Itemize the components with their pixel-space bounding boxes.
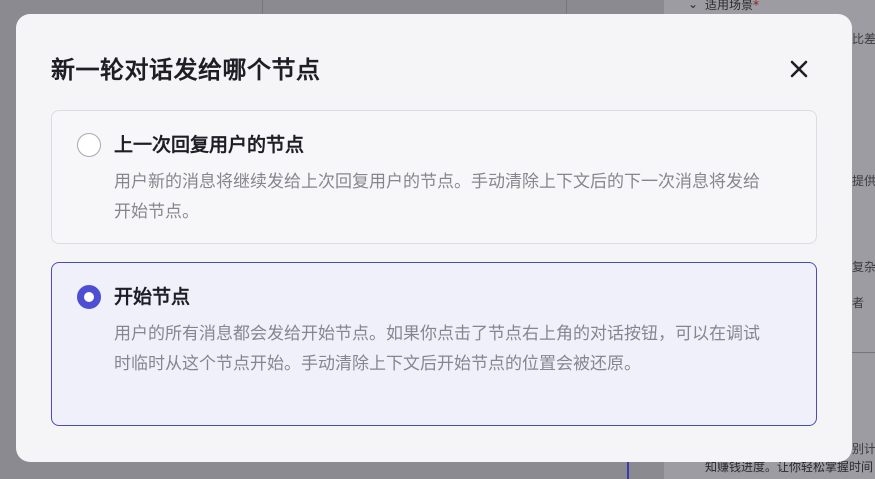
radio-button[interactable] xyxy=(77,133,101,157)
option-title: 上一次回复用户的节点 xyxy=(114,134,305,156)
background-divider xyxy=(852,352,875,353)
background-snippet: 别计 xyxy=(852,442,875,456)
option-start-node[interactable]: 开始节点 用户的所有消息都会发给开始节点。如果你点击了节点右上角的对话按钮，可以… xyxy=(51,262,817,426)
option-last-reply-node[interactable]: 上一次回复用户的节点 用户新的消息将继续发给上次回复用户的节点。手动清除上下文后… xyxy=(51,110,817,244)
background-divider xyxy=(262,0,263,14)
background-snippet: 复杂 xyxy=(852,260,875,274)
radio-button-checked[interactable] xyxy=(77,285,101,309)
chevron-down-icon: ⌄ xyxy=(688,0,699,11)
background-section-label: 适用场景* xyxy=(705,0,760,12)
close-button[interactable] xyxy=(786,56,812,82)
dialog-title: 新一轮对话发给哪个节点 xyxy=(51,56,321,84)
background-snippet: 提供 xyxy=(852,174,875,188)
background-divider xyxy=(566,0,567,14)
option-description: 用户的所有消息都会发给开始节点。如果你点击了节点右上角的对话按钮，可以在调试时临… xyxy=(114,324,760,374)
node-selection-dialog: 新一轮对话发给哪个节点 上一次回复用户的节点 用户新的消息将继续发给上次回复用户… xyxy=(16,14,852,462)
background-snippet: 比差异 xyxy=(852,32,875,46)
option-description: 用户新的消息将继续发给上次回复用户的节点。手动清除上下文后的下一次消息将发给开始… xyxy=(114,172,760,222)
background-snippet: 者 xyxy=(852,296,865,310)
close-icon xyxy=(790,60,808,78)
option-title: 开始节点 xyxy=(114,286,191,308)
